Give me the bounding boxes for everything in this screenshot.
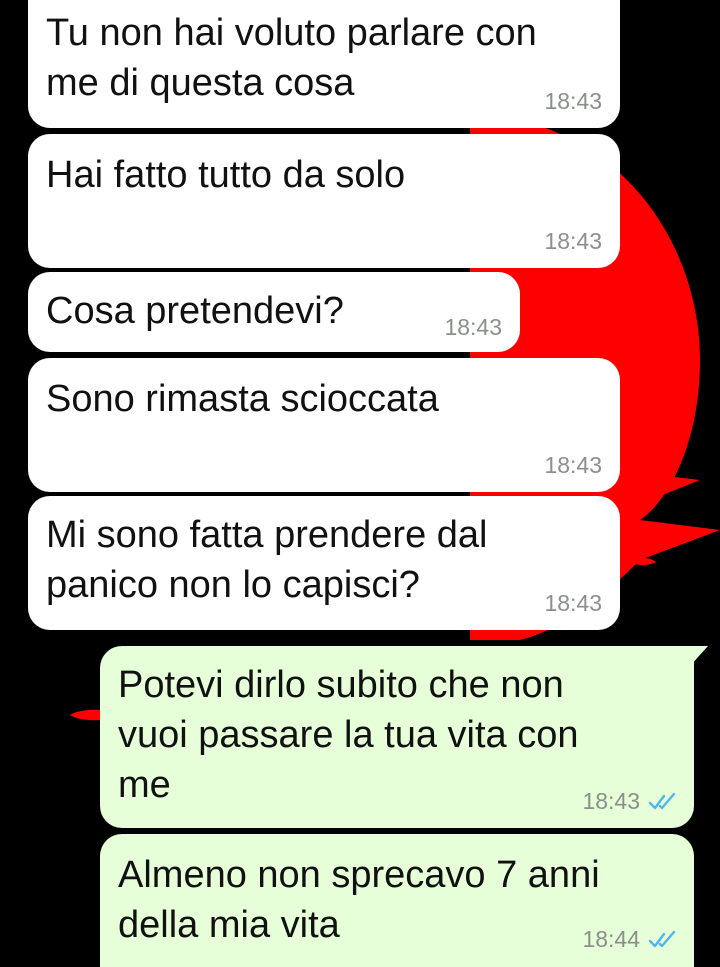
double-check-read-icon [648,792,676,809]
outgoing-message-bubble[interactable]: Almeno non sprecavo 7 anni della mia vit… [100,834,694,967]
incoming-message-bubble[interactable]: Mi sono fatta prendere dal panico non lo… [28,496,620,630]
message-text: Hai fatto tutto da solo [46,154,406,196]
message-text: Tu non hai voluto parlare con me di ques… [46,12,537,104]
message-text: Potevi dirlo subito che non vuoi passare… [118,664,579,806]
outgoing-bubble-tail [690,646,708,666]
message-timestamp: 18:43 [544,452,602,478]
message-text: Mi sono fatta prendere dal panico non lo… [46,514,488,606]
incoming-message-bubble[interactable]: Tu non hai voluto parlare con me di ques… [28,0,620,128]
message-timestamp: 18:44 [582,926,680,953]
message-text: Almeno non sprecavo 7 anni della mia vit… [118,854,600,946]
message-text: Cosa pretendevi? [46,290,344,332]
message-timestamp: 18:43 [544,88,602,114]
incoming-message-bubble[interactable]: Cosa pretendevi? 18:43 [28,272,520,352]
incoming-message-bubble[interactable]: Hai fatto tutto da solo 18:43 [28,134,620,268]
message-timestamp: 18:43 [544,228,602,254]
double-check-read-icon [648,930,676,947]
message-timestamp: 18:43 [444,314,502,340]
outgoing-message-bubble[interactable]: Potevi dirlo subito che non vuoi passare… [100,646,694,828]
message-text: Sono rimasta scioccata [46,378,439,420]
incoming-message-bubble[interactable]: Sono rimasta scioccata 18:43 [28,358,620,492]
message-timestamp: 18:43 [544,590,602,616]
message-timestamp: 18:43 [582,788,680,815]
